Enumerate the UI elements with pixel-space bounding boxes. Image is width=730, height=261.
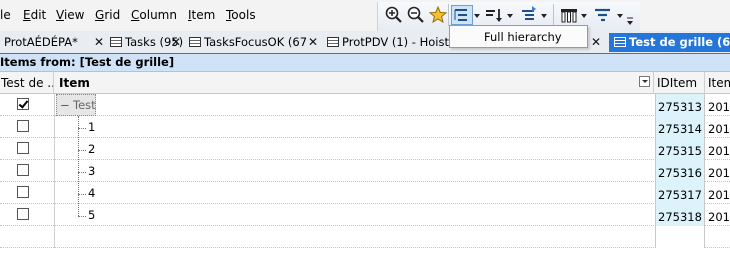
- data-grid: Test de ... Item IDItem Item −Test 275313…: [0, 72, 730, 261]
- iditem-cell: [655, 226, 705, 248]
- item2-cell: 2015: [708, 122, 730, 136]
- menu-column[interactable]: Column: [131, 8, 177, 22]
- tree-connector: [78, 216, 86, 218]
- items-source-bar: Items from: [Test de grille]: [0, 54, 730, 72]
- tab-label: ProtAÉDÉPA*: [4, 35, 78, 49]
- tree-connector: [78, 116, 80, 216]
- chevron-down-icon[interactable]: [474, 14, 480, 18]
- menu-item-full-hierarchy[interactable]: Full hierarchy: [484, 30, 562, 44]
- indent-icon[interactable]: [518, 5, 538, 25]
- hierarchy-icon[interactable]: [451, 5, 473, 25]
- close-icon[interactable]: ✕: [94, 33, 104, 52]
- row-checkbox[interactable]: [17, 186, 29, 198]
- item-label[interactable]: 1: [88, 120, 95, 134]
- table-row[interactable]: 5 2753182015: [0, 204, 730, 226]
- item-label[interactable]: 3: [88, 164, 95, 178]
- chevron-down-icon[interactable]: [581, 14, 587, 18]
- item-label[interactable]: 2: [88, 142, 95, 156]
- close-icon[interactable]: ✕: [171, 33, 181, 52]
- item2-cell: 2015: [708, 166, 730, 180]
- table-row[interactable]: −Test 2753132015: [0, 94, 730, 116]
- row-checkbox[interactable]: [17, 208, 29, 220]
- column-filter-icon[interactable]: [639, 76, 650, 87]
- close-icon[interactable]: ✕: [308, 33, 318, 52]
- tab-protaedepa[interactable]: ProtAÉDÉPA*: [4, 33, 93, 52]
- grid-icon: [614, 37, 626, 47]
- toolbar-overflow-icon[interactable]: [626, 10, 634, 28]
- toolbar-separator: [448, 4, 449, 26]
- column-header-item[interactable]: Item: [54, 72, 654, 94]
- tab-tasksfocusok[interactable]: TasksFocusOK (67): [189, 33, 307, 52]
- grid-icon: [327, 37, 339, 47]
- zoom-out-icon[interactable]: [406, 5, 426, 25]
- table-row[interactable]: 1 2753142015: [0, 116, 730, 138]
- item2-cell: 2015: [708, 144, 730, 158]
- grid-icon: [189, 37, 201, 47]
- row-checkbox[interactable]: [17, 142, 29, 154]
- item2-cell: 2015: [708, 210, 730, 224]
- chevron-down-icon[interactable]: [507, 14, 513, 18]
- row-checkbox[interactable]: [17, 120, 29, 132]
- grid-icon: [110, 37, 122, 47]
- tab-protpdv[interactable]: ProtPDV (1) - Hoiste: [327, 33, 451, 52]
- tab-bar: ProtAÉDÉPA* ✕ Tasks (95) ✕ TasksFocusOK …: [0, 31, 730, 54]
- menu-item[interactable]: Item: [188, 8, 215, 22]
- iditem-cell: 275313: [655, 94, 705, 116]
- filter-icon[interactable]: [593, 5, 613, 25]
- close-icon[interactable]: ✕: [591, 33, 601, 52]
- column-header-iditem[interactable]: IDItem: [654, 72, 705, 94]
- column-header-item2[interactable]: Item: [705, 72, 730, 94]
- menu-edit[interactable]: Edit: [23, 8, 46, 22]
- tab-test-de-grille[interactable]: Test de grille (6): [609, 33, 730, 52]
- toolbar-separator: [553, 4, 554, 26]
- row-checkbox[interactable]: [17, 98, 29, 110]
- items-from-label: Items from:: [0, 55, 80, 69]
- chevron-down-icon[interactable]: [617, 14, 623, 18]
- menu-file[interactable]: le: [0, 8, 11, 22]
- table-row[interactable]: 4 2753172015: [0, 182, 730, 204]
- menu-bar: le Edit View Grid Column Item Tools: [0, 0, 730, 31]
- item2-cell: 2015: [708, 100, 730, 114]
- star-icon[interactable]: [428, 5, 448, 25]
- iditem-cell: 275314: [655, 116, 705, 138]
- empty-row: [0, 226, 730, 248]
- tab-label: TasksFocusOK (67): [204, 35, 307, 49]
- column-divider: [54, 94, 55, 248]
- menu-tools[interactable]: Tools: [226, 8, 256, 22]
- tab-label: ProtPDV (1) - Hoiste: [342, 35, 451, 49]
- item-label[interactable]: 5: [88, 208, 95, 222]
- sort-descending-icon[interactable]: [484, 5, 504, 25]
- tab-label: Test de grille (6): [629, 35, 730, 49]
- item-label: Test: [73, 98, 96, 112]
- collapse-icon[interactable]: −: [60, 95, 70, 115]
- chevron-down-icon[interactable]: [541, 14, 547, 18]
- columns-icon[interactable]: [559, 5, 579, 25]
- column-header-test[interactable]: Test de ...: [0, 72, 54, 94]
- iditem-cell: 275315: [655, 138, 705, 160]
- parent-item-cell[interactable]: − Test: [56, 94, 96, 116]
- item-label[interactable]: 4: [88, 186, 95, 200]
- menu-grid[interactable]: Grid: [95, 8, 120, 22]
- column-header-label: Item: [59, 76, 90, 90]
- hierarchy-dropdown-menu: Full hierarchy: [449, 25, 588, 48]
- items-source-name: [Test de grille]: [79, 55, 175, 69]
- menu-view[interactable]: View: [56, 8, 84, 22]
- iditem-cell: 275316: [655, 160, 705, 182]
- table-row[interactable]: 3 2753162015: [0, 160, 730, 182]
- iditem-cell: 275317: [655, 182, 705, 204]
- item2-cell: 2015: [708, 188, 730, 202]
- row-checkbox[interactable]: [17, 164, 29, 176]
- iditem-cell: 275318: [655, 204, 705, 226]
- table-row[interactable]: 2 2753152015: [0, 138, 730, 160]
- zoom-in-icon[interactable]: [384, 5, 404, 25]
